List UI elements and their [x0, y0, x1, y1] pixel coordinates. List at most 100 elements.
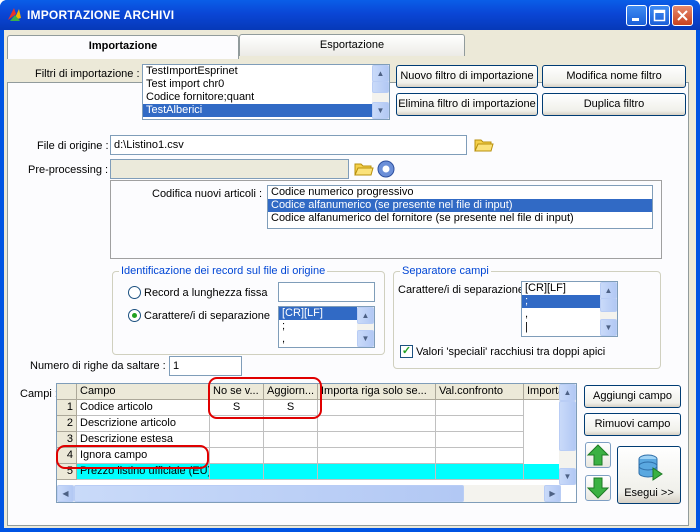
scroll-down-icon[interactable]: ▼ — [600, 319, 617, 336]
move-up-button[interactable] — [585, 442, 611, 468]
cell-importa-riga[interactable] — [318, 432, 436, 448]
settings-icon[interactable] — [377, 160, 395, 178]
field-separator-list[interactable]: [CR][LF] ; , | ▲ ▼ — [521, 281, 618, 337]
special-values-checkbox[interactable]: ✓ — [400, 345, 413, 358]
folder-icon[interactable] — [474, 136, 494, 154]
column-header-val-confronto[interactable]: Val.confronto — [436, 384, 524, 400]
list-item[interactable]: TestImportEsprinet — [143, 65, 389, 78]
grid-corner — [57, 384, 77, 400]
tab-label: Importazione — [88, 40, 158, 52]
list-item[interactable]: TestAlberici — [143, 104, 389, 117]
fields-label: Campi : — [20, 388, 58, 400]
field-separator-label: Carattere/i di separazione — [398, 284, 524, 296]
delete-filter-button[interactable]: Elimina filtro di importazione — [396, 93, 538, 116]
filters-list[interactable]: TestImportEsprinet Test import chr0 Codi… — [142, 64, 390, 120]
maximize-button[interactable] — [649, 5, 670, 26]
grid-hscroll[interactable]: ◀ ▶ — [57, 485, 561, 502]
scroll-down-icon[interactable]: ▼ — [372, 102, 389, 119]
cell-importa-riga[interactable] — [318, 416, 436, 432]
field-separator-scrollbar[interactable]: ▲ ▼ — [600, 282, 617, 336]
scroll-down-icon[interactable]: ▼ — [559, 468, 576, 485]
cell-importa-riga[interactable] — [318, 400, 436, 416]
column-header-importa-riga[interactable]: Importa riga solo se... — [318, 384, 436, 400]
special-values-label: Valori 'speciali' racchiusi tra doppi ap… — [416, 346, 606, 358]
maximize-icon — [653, 9, 666, 22]
column-header-campo[interactable]: Campo — [77, 384, 210, 400]
rename-filter-button[interactable]: Modifica nome filtro — [542, 65, 686, 88]
scroll-right-icon[interactable]: ▶ — [544, 485, 561, 502]
filters-scrollbar[interactable]: ▲ ▼ — [372, 65, 389, 119]
fixed-length-radio[interactable] — [128, 286, 141, 299]
cell-importa[interactable] — [524, 464, 561, 480]
cell-campo[interactable]: Codice articolo — [77, 400, 210, 416]
separator-radio[interactable] — [128, 309, 141, 322]
record-id-title: Identificazione dei record sul file di o… — [119, 265, 328, 277]
cell-no-se[interactable] — [210, 464, 264, 480]
scroll-thumb[interactable] — [74, 485, 464, 502]
cell-val-confronto[interactable] — [436, 448, 524, 464]
record-separator-scrollbar[interactable]: ▲ ▼ — [357, 307, 374, 347]
scroll-up-icon[interactable]: ▲ — [600, 282, 617, 299]
move-down-button[interactable] — [585, 475, 611, 501]
cell-aggiorna[interactable] — [264, 432, 318, 448]
duplicate-filter-button[interactable]: Duplica filtro — [542, 93, 686, 116]
title-bar[interactable]: IMPORTAZIONE ARCHIVI — [0, 0, 700, 30]
scroll-up-icon[interactable]: ▲ — [357, 307, 374, 324]
database-run-icon — [638, 454, 663, 481]
row-number: 2 — [57, 416, 77, 432]
scroll-up-icon[interactable]: ▲ — [372, 65, 389, 82]
run-button-label: Esegui >> — [624, 487, 674, 499]
list-item[interactable]: Codice alfanumerico del fornitore (se pr… — [268, 212, 652, 225]
tab-esportazione[interactable]: Esportazione — [239, 34, 465, 56]
cell-importa-riga[interactable] — [318, 448, 436, 464]
new-filter-button[interactable]: Nuovo filtro di importazione — [396, 65, 538, 88]
list-item[interactable]: Codice alfanumerico (se presente nel fil… — [268, 199, 652, 212]
cell-campo[interactable]: Descrizione articolo — [77, 416, 210, 432]
scroll-up-icon[interactable]: ▲ — [559, 384, 576, 401]
app-icon — [8, 8, 21, 21]
filters-label: Filtri di importazione : — [35, 68, 140, 80]
encoding-label: Codifica nuovi articoli : — [152, 188, 263, 200]
minimize-button[interactable] — [626, 5, 647, 26]
cell-val-confronto[interactable] — [436, 416, 524, 432]
minimize-icon — [632, 18, 639, 21]
scroll-thumb[interactable] — [372, 81, 389, 93]
cell-no-se[interactable] — [210, 448, 264, 464]
scroll-thumb[interactable] — [559, 401, 576, 451]
row-number: 1 — [57, 400, 77, 416]
encoding-list[interactable]: Codice numerico progressivo Codice alfan… — [267, 185, 653, 229]
list-item[interactable]: Test import chr0 — [143, 78, 389, 91]
tab-importazione[interactable]: Importazione — [7, 35, 239, 59]
cell-val-confronto[interactable] — [436, 400, 524, 416]
scroll-left-icon[interactable]: ◀ — [57, 485, 74, 502]
cell-aggiorna[interactable] — [264, 448, 318, 464]
fixed-length-label: Record a lunghezza fissa — [144, 287, 268, 299]
cell-val-confronto[interactable] — [436, 464, 524, 480]
folder-icon[interactable] — [354, 160, 374, 178]
cell-aggiorna[interactable] — [264, 464, 318, 480]
preprocessing-label: Pre-processing : — [28, 164, 109, 176]
source-file-input[interactable]: d:\Listino1.csv — [110, 135, 467, 155]
list-item[interactable]: Codice fornitore;quant — [143, 91, 389, 104]
run-button[interactable]: Esegui >> — [617, 446, 681, 504]
record-separator-list[interactable]: [CR][LF] ; , ▲ ▼ — [278, 306, 375, 348]
separator-label: Carattere/i di separazione — [144, 310, 270, 322]
fixed-length-input[interactable] — [278, 282, 375, 302]
tab-label: Esportazione — [319, 39, 385, 51]
remove-field-button[interactable]: Rimuovi campo — [584, 413, 681, 436]
cell-no-se[interactable] — [210, 432, 264, 448]
cell-importa-riga[interactable] — [318, 464, 436, 480]
arrow-down-icon — [586, 477, 610, 499]
skip-rows-input[interactable]: 1 — [169, 356, 242, 376]
cell-val-confronto[interactable] — [436, 432, 524, 448]
add-field-button[interactable]: Aggiungi campo — [584, 385, 681, 408]
close-button[interactable] — [672, 5, 693, 26]
source-file-label: File di origine : — [37, 140, 109, 152]
scroll-down-icon[interactable]: ▼ — [357, 330, 374, 347]
annotation-highlight-row — [56, 445, 209, 469]
scroll-thumb[interactable] — [600, 298, 617, 312]
preprocessing-input[interactable] — [110, 159, 349, 179]
grid-vscroll[interactable]: ▲ ▼ — [559, 384, 576, 485]
list-item[interactable]: Codice numerico progressivo — [268, 186, 652, 199]
skip-rows-label: Numero di righe da saltare : — [30, 360, 166, 372]
